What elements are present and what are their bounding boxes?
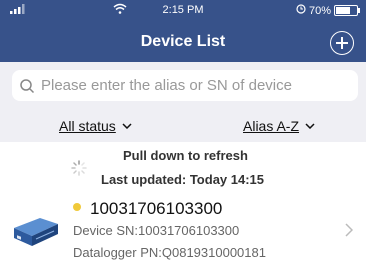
search-box[interactable]	[12, 70, 358, 101]
pull-to-refresh-text: Pull down to refresh	[123, 148, 248, 163]
search-bar	[0, 62, 366, 110]
search-input[interactable]	[39, 76, 358, 95]
status-filter-label: All status	[59, 118, 116, 134]
sort-filter-label: Alias A-Z	[243, 118, 300, 134]
header: 2:15 PM 70% Device List	[0, 0, 366, 62]
status-filter[interactable]: All status	[59, 118, 132, 134]
status-dot	[73, 203, 81, 211]
device-sn: Device SN:10031706103300	[73, 223, 240, 238]
search-icon	[20, 78, 35, 93]
chevron-right-icon	[345, 223, 353, 237]
battery-percent: 70%	[308, 4, 331, 17]
last-updated-text: Last updated: Today 14:15	[101, 172, 265, 187]
status-bar: 2:15 PM 70%	[0, 0, 366, 20]
sort-filter[interactable]: Alias A-Z	[243, 118, 315, 134]
datalogger-pn: Datalogger PN:Q0819310000181	[73, 245, 266, 260]
filter-bar: All status Alias A-Z	[0, 110, 366, 142]
chevron-down-icon	[122, 123, 132, 129]
battery-group: 70%	[296, 4, 360, 17]
spinner-icon	[71, 160, 87, 176]
add-icon[interactable]	[330, 31, 354, 55]
chevron-down-icon	[305, 123, 315, 129]
alarm-icon	[296, 4, 306, 17]
battery-icon	[334, 5, 360, 16]
page-title: Device List	[140, 33, 226, 50]
device-image	[14, 218, 58, 246]
device-name: 10031706103300	[90, 199, 223, 218]
